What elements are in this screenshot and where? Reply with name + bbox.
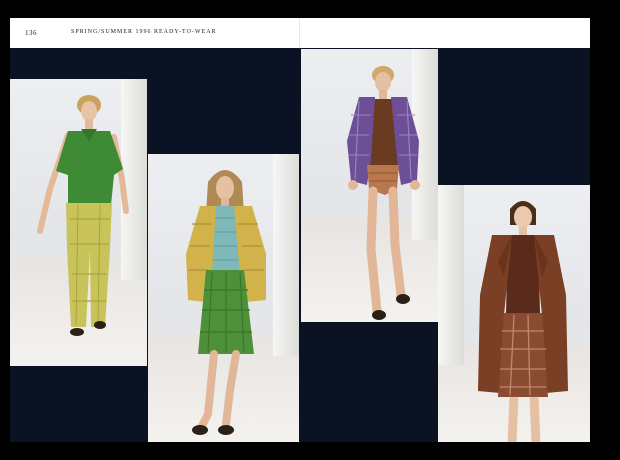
model-figure-2 — [186, 170, 266, 435]
running-head: SPRING/SUMMER 1996 READY-TO-WEAR — [71, 29, 217, 35]
page-header: 136 SPRING/SUMMER 1996 READY-TO-WEAR — [10, 18, 590, 48]
model-figure-4 — [478, 201, 568, 442]
book-spread: 136 SPRING/SUMMER 1996 READY-TO-WEAR — [10, 18, 590, 442]
gutter-line — [299, 18, 300, 48]
runway-photo-look-1 — [10, 79, 147, 366]
runway-photo-look-2 — [148, 154, 299, 442]
model-figure-1 — [37, 95, 129, 336]
page-number: 136 — [25, 29, 37, 37]
runway-photo-look-4 — [438, 185, 590, 442]
model-figure-3 — [347, 66, 420, 320]
runway-photo-look-3 — [301, 49, 438, 322]
